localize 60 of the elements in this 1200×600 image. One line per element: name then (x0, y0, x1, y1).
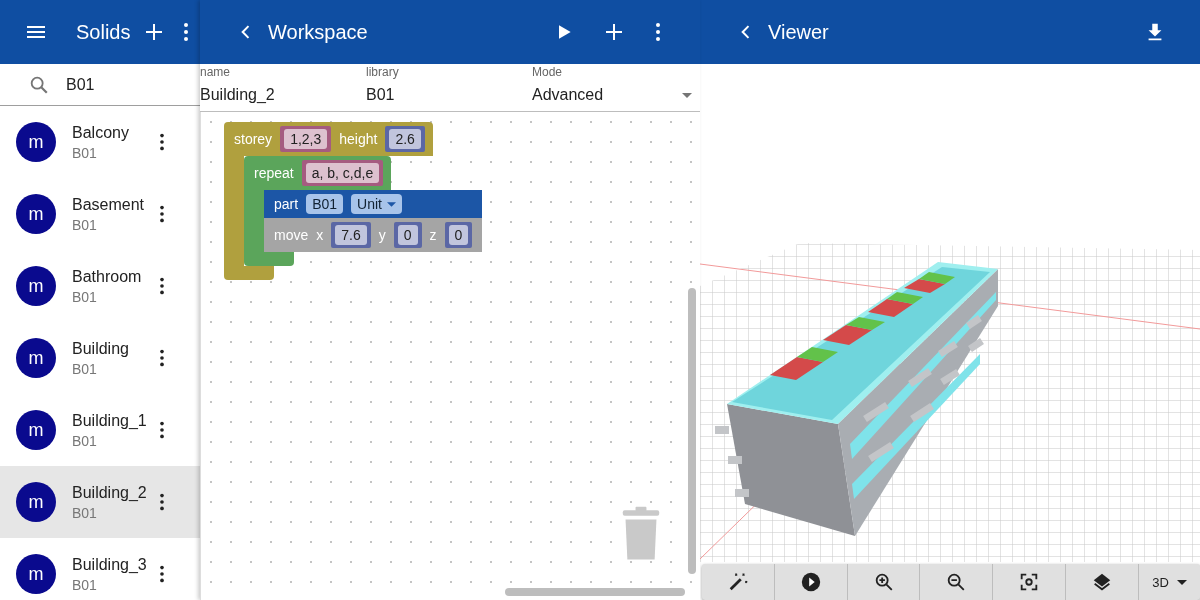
list-item[interactable]: m Building_3 B01 (0, 538, 200, 600)
caret-icon (386, 201, 396, 207)
avatar: m (16, 338, 56, 378)
more-icon[interactable] (182, 20, 191, 44)
code-block[interactable]: move x 7.6 y 0 z 0 (264, 218, 483, 252)
more-icon[interactable] (158, 203, 166, 225)
avatar: m (16, 266, 56, 306)
list-item[interactable]: m Balcony B01 (0, 106, 200, 178)
list-item[interactable]: m Building_1 B01 (0, 394, 200, 466)
more-icon[interactable] (158, 275, 166, 297)
item-name: Balcony (72, 123, 130, 142)
view-mode-dropdown[interactable]: 3D (1138, 564, 1200, 600)
more-icon[interactable] (158, 563, 166, 585)
item-library: B01 (72, 504, 98, 521)
code-block-foot (244, 252, 294, 266)
item-library: B01 (72, 288, 98, 305)
more-icon[interactable] (158, 131, 166, 153)
list-item[interactable]: m Building_2 B01 (0, 466, 200, 538)
caret-icon (682, 92, 692, 98)
field-label: name (200, 65, 232, 79)
avatar: m (16, 410, 56, 450)
code-block[interactable]: part B01 Unit (264, 190, 483, 218)
item-library: B01 (72, 360, 98, 377)
scrollbar[interactable] (688, 288, 696, 574)
list-item[interactable]: m Bathroom B01 (0, 250, 200, 322)
item-library: B01 (72, 144, 98, 161)
item-library: B01 (72, 216, 98, 233)
more-icon[interactable] (158, 419, 166, 441)
item-name: Building_3 (72, 555, 148, 574)
item-name: Building_1 (72, 411, 148, 430)
avatar: m (16, 554, 56, 594)
item-name: Building_2 (72, 483, 148, 502)
text-field[interactable]: Building_2 (200, 86, 366, 104)
list-item[interactable]: m Basement B01 (0, 178, 200, 250)
avatar: m (16, 482, 56, 522)
code-block-foot (224, 266, 274, 280)
item-library: B01 (72, 432, 98, 449)
text-field[interactable]: B01 (366, 86, 532, 104)
select-field[interactable]: Advanced (532, 86, 700, 104)
avatar: m (16, 194, 56, 234)
list-item[interactable]: m Building B01 (0, 322, 200, 394)
panel-title: Solids (76, 20, 131, 44)
code-block[interactable]: repeat a, b, c,d,e (244, 156, 392, 190)
item-name: Basement (72, 195, 146, 214)
more-icon[interactable] (654, 20, 662, 44)
item-library: B01 (72, 576, 98, 593)
panel-title: Viewer (768, 20, 829, 44)
code-block[interactable]: storey 1,2,3 height 2.6 (224, 122, 433, 156)
field-label: library (366, 65, 400, 79)
avatar: m (16, 122, 56, 162)
more-icon[interactable] (158, 347, 166, 369)
search-field[interactable]: B01 (0, 64, 200, 106)
item-name: Building (72, 339, 130, 358)
panel-title: Workspace (268, 20, 368, 44)
field-label: Mode (532, 65, 564, 79)
more-icon[interactable] (158, 491, 166, 513)
scrollbar[interactable] (505, 588, 685, 596)
caret-icon (1176, 579, 1187, 585)
play-icon (799, 571, 822, 593)
item-name: Bathroom (72, 267, 143, 286)
